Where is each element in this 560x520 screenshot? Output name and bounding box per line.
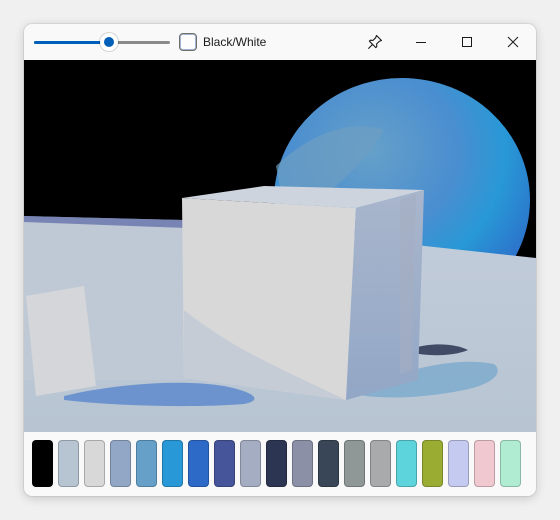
close-icon [507, 36, 519, 48]
title-bar: Black/White [24, 24, 536, 60]
maximize-button[interactable] [444, 24, 490, 60]
palette-swatch[interactable] [84, 440, 105, 487]
palette-swatch[interactable] [422, 440, 443, 487]
palette-swatch[interactable] [214, 440, 235, 487]
color-palette [24, 432, 536, 496]
maximize-icon [462, 37, 472, 47]
minimize-icon [416, 42, 426, 43]
palette-swatch[interactable] [136, 440, 157, 487]
palette-swatch[interactable] [474, 440, 495, 487]
palette-swatch[interactable] [110, 440, 131, 487]
threshold-slider[interactable] [34, 33, 170, 51]
palette-swatch[interactable] [370, 440, 391, 487]
palette-swatch[interactable] [318, 440, 339, 487]
palette-swatch[interactable] [58, 440, 79, 487]
minimize-button[interactable] [398, 24, 444, 60]
close-button[interactable] [490, 24, 536, 60]
black-white-label: Black/White [203, 35, 267, 49]
pin-button[interactable] [352, 24, 398, 60]
posterized-image [24, 60, 536, 432]
palette-swatch[interactable] [448, 440, 469, 487]
palette-swatch[interactable] [344, 440, 365, 487]
palette-swatch[interactable] [188, 440, 209, 487]
palette-swatch[interactable] [500, 440, 521, 487]
black-white-checkbox[interactable] [179, 33, 197, 51]
palette-swatch[interactable] [292, 440, 313, 487]
slider-thumb[interactable] [99, 33, 118, 51]
palette-swatch[interactable] [266, 440, 287, 487]
pin-icon [368, 34, 383, 49]
palette-swatch[interactable] [396, 440, 417, 487]
palette-swatch[interactable] [32, 440, 53, 487]
tilted-card [26, 286, 96, 396]
app-window: Black/White [24, 24, 536, 496]
palette-swatch[interactable] [162, 440, 183, 487]
palette-swatch[interactable] [240, 440, 261, 487]
scene-render [24, 60, 536, 432]
slider-fill [34, 41, 109, 44]
black-white-toggle[interactable]: Black/White [179, 32, 266, 52]
